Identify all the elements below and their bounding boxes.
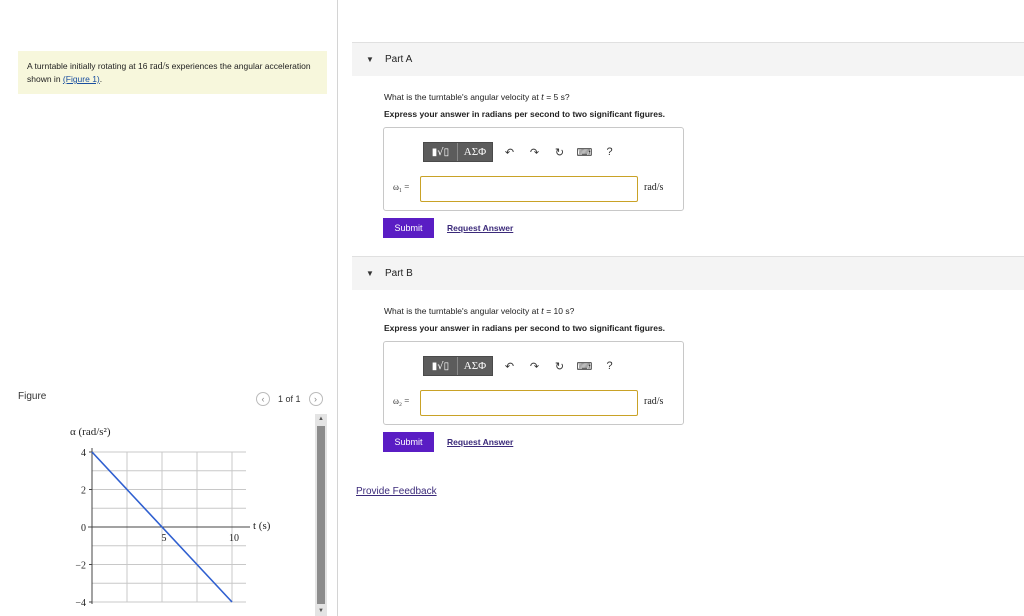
part-b-answer-input[interactable] — [420, 390, 638, 416]
part-b-unit: rad/s — [644, 396, 664, 407]
part-a-toolbar: ▮√▯ ΑΣΦ ↶ ↷ ↻ ⌨ ? — [423, 142, 622, 162]
part-a-question-suffix: = 5 s? — [543, 92, 570, 102]
figure-pager: ‹ 1 of 1 › — [256, 392, 323, 406]
symbols-button[interactable]: ΑΣΦ — [458, 143, 492, 161]
collapse-triangle-icon[interactable]: ▼ — [366, 55, 374, 64]
part-b-header[interactable]: ▼ Part B — [352, 256, 1024, 290]
part-a-request-answer-link[interactable]: Request Answer — [447, 223, 513, 233]
redo-icon[interactable]: ↷ — [522, 142, 547, 162]
y-tick-label: 2 — [81, 486, 86, 497]
y-tick-label: 0 — [81, 523, 86, 534]
part-b-request-answer-link[interactable]: Request Answer — [447, 437, 513, 447]
y-tick-label: 4 — [81, 448, 86, 459]
reset-icon[interactable]: ↻ — [547, 356, 572, 376]
reset-icon[interactable]: ↻ — [547, 142, 572, 162]
part-b-instruction: Express your answer in radians per secon… — [384, 323, 666, 333]
part-a-instruction: Express your answer in radians per secon… — [384, 109, 666, 119]
part-a-question-prefix: What is the turntable's angular velocity… — [384, 92, 542, 102]
templates-button[interactable]: ▮√▯ — [424, 143, 458, 161]
y-tick-label: −4 — [75, 598, 86, 609]
figure-count: 1 of 1 — [278, 394, 301, 404]
part-a-answer-input[interactable] — [420, 176, 638, 202]
x-tick-label: 5 — [162, 533, 167, 544]
part-b-answer-label: ω₂ = — [393, 396, 410, 406]
keyboard-icon[interactable]: ⌨ — [572, 356, 597, 376]
figure-label: Figure — [18, 391, 47, 402]
column-divider — [337, 0, 338, 616]
part-a-title: Part A — [385, 54, 413, 65]
undo-icon[interactable]: ↶ — [497, 142, 522, 162]
part-a-answer-box: ▮√▯ ΑΣΦ ↶ ↷ ↻ ⌨ ? ω₁ = rad/s — [383, 127, 684, 211]
y-tick-label: −2 — [75, 561, 86, 572]
figure-link[interactable]: (Figure 1) — [63, 74, 100, 84]
provide-feedback-link[interactable]: Provide Feedback — [356, 486, 437, 497]
template-group: ▮√▯ ΑΣΦ — [423, 142, 493, 162]
chart-ticks: 4 2 0 −2 −4 5 10 — [75, 448, 239, 609]
part-b-question: What is the turntable's angular velocity… — [384, 306, 574, 317]
chevron-left-icon[interactable]: ‹ — [256, 392, 270, 406]
part-b-question-suffix: = 10 s? — [543, 306, 575, 316]
template-group: ▮√▯ ΑΣΦ — [423, 356, 493, 376]
scroll-up-icon[interactable]: ▲ — [315, 414, 327, 424]
chevron-right-icon[interactable]: › — [308, 392, 323, 406]
part-b-title: Part B — [385, 268, 413, 279]
redo-icon[interactable]: ↷ — [522, 356, 547, 376]
scroll-down-icon[interactable]: ▼ — [315, 606, 327, 616]
acceleration-chart: 4 2 0 −2 −4 5 10 α (rad/s²) t (s) — [70, 426, 271, 609]
part-a-header[interactable]: ▼ Part A — [352, 42, 1024, 76]
part-b-submit-button[interactable]: Submit — [383, 432, 434, 452]
problem-text-1: A turntable initially rotating at 16 — [27, 61, 150, 71]
help-icon[interactable]: ? — [597, 142, 622, 162]
x-tick-label: 10 — [229, 533, 239, 544]
part-a-unit: rad/s — [644, 182, 664, 193]
chart-ylabel: α (rad/s²) — [70, 426, 111, 438]
part-b-question-prefix: What is the turntable's angular velocity… — [384, 306, 542, 316]
part-a-question: What is the turntable's angular velocity… — [384, 92, 570, 103]
scroll-thumb[interactable] — [317, 426, 325, 604]
keyboard-icon[interactable]: ⌨ — [572, 142, 597, 162]
part-a-submit-button[interactable]: Submit — [383, 218, 434, 238]
collapse-triangle-icon[interactable]: ▼ — [366, 269, 374, 278]
chart-axes — [88, 448, 250, 604]
chart-xlabel: t (s) — [253, 520, 271, 532]
problem-statement: A turntable initially rotating at 16 rad… — [18, 51, 327, 94]
figure-scrollbar[interactable]: ▲ ▼ — [315, 414, 327, 616]
problem-end: . — [99, 74, 103, 84]
problem-rate-unit: rad/s — [149, 61, 170, 72]
templates-button[interactable]: ▮√▯ — [424, 357, 458, 375]
part-b-answer-box: ▮√▯ ΑΣΦ ↶ ↷ ↻ ⌨ ? ω₂ = rad/s — [383, 341, 684, 425]
undo-icon[interactable]: ↶ — [497, 356, 522, 376]
part-b-toolbar: ▮√▯ ΑΣΦ ↶ ↷ ↻ ⌨ ? — [423, 356, 622, 376]
symbols-button[interactable]: ΑΣΦ — [458, 357, 492, 375]
part-a-answer-label: ω₁ = — [393, 182, 410, 192]
help-icon[interactable]: ? — [597, 356, 622, 376]
